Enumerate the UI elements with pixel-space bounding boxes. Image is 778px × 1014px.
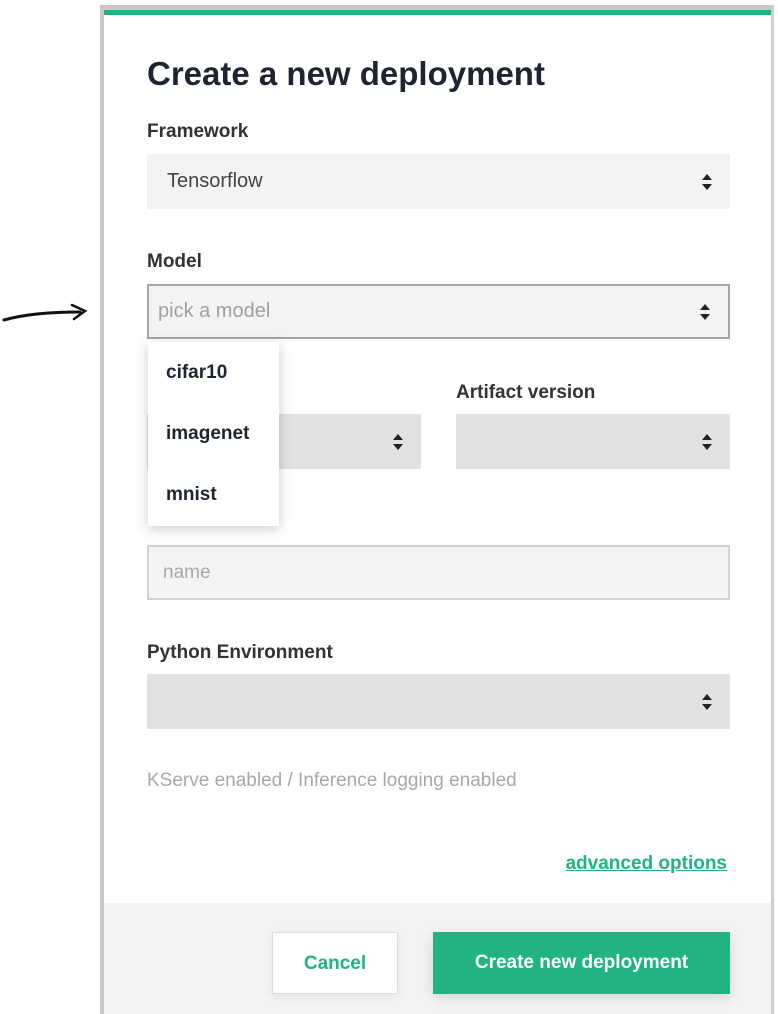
model-select[interactable]: pick a model [147, 284, 730, 339]
framework-select[interactable]: Tensorflow [147, 154, 730, 209]
artifact-version-label: Artifact version [456, 382, 596, 403]
updown-arrows-icon [702, 693, 712, 710]
updown-arrows-icon [700, 303, 710, 320]
model-option-imagenet[interactable]: imagenet [148, 403, 279, 464]
model-option-cifar10[interactable]: cifar10 [148, 342, 279, 403]
updown-arrows-icon [702, 173, 712, 190]
create-deployment-modal: Create a new deployment Framework Tensor… [100, 5, 774, 1014]
modal-title: Create a new deployment [147, 55, 545, 92]
cancel-button[interactable]: Cancel [272, 932, 398, 994]
updown-arrows-icon [393, 433, 403, 450]
framework-value: Tensorflow [167, 170, 263, 192]
advanced-options-link[interactable]: advanced options [565, 853, 727, 875]
name-placeholder: name [163, 562, 211, 583]
name-input[interactable]: name [147, 545, 730, 600]
create-deployment-button[interactable]: Create new deployment [433, 932, 730, 994]
artifact-version-select[interactable] [456, 414, 730, 469]
updown-arrows-icon [702, 433, 712, 450]
python-environment-select[interactable] [147, 674, 730, 729]
kserve-info-text: KServe enabled / Inference logging enabl… [147, 770, 517, 791]
model-label: Model [147, 251, 202, 272]
annotation-arrow-icon [2, 303, 88, 322]
accent-bar [104, 10, 771, 15]
model-option-mnist[interactable]: mnist [148, 464, 279, 525]
model-dropdown-menu: cifar10 imagenet mnist [148, 342, 279, 526]
framework-label: Framework [147, 121, 249, 142]
model-placeholder: pick a model [158, 300, 271, 322]
modal-footer: Cancel Create new deployment [104, 903, 771, 1014]
python-environment-label: Python Environment [147, 642, 333, 663]
